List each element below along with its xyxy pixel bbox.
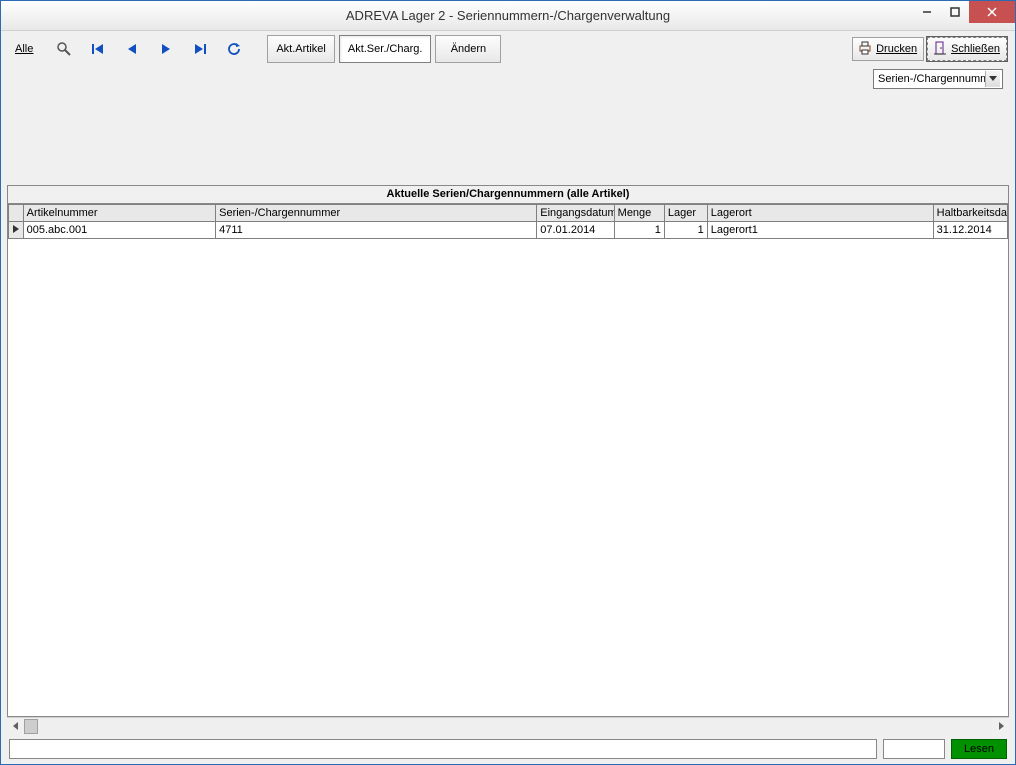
col-charge[interactable]: Serien-/Chargennummer xyxy=(216,205,537,222)
scroll-track[interactable] xyxy=(24,718,992,735)
maximize-button[interactable] xyxy=(941,1,969,23)
cell-menge[interactable]: 1 xyxy=(614,222,664,239)
search-icon[interactable] xyxy=(47,35,81,63)
blank-area xyxy=(1,93,1015,185)
close-button[interactable] xyxy=(969,1,1015,23)
cell-lagerort[interactable]: Lagerort1 xyxy=(707,222,933,239)
status-field-main xyxy=(9,739,877,759)
cell-eingangsdatum[interactable]: 07.01.2014 xyxy=(537,222,614,239)
status-field-small xyxy=(883,739,945,759)
scroll-left-icon[interactable] xyxy=(7,718,24,735)
statusbar: Lesen xyxy=(1,734,1015,764)
window-title: ADREVA Lager 2 - Seriennummern-/Chargenv… xyxy=(1,8,1015,23)
col-menge[interactable]: Menge xyxy=(614,205,664,222)
nav-last-icon[interactable] xyxy=(183,35,217,63)
akt-ser-charg-button[interactable]: Akt.Ser./Charg. xyxy=(339,35,432,63)
lesen-button[interactable]: Lesen xyxy=(951,739,1007,759)
window-controls xyxy=(913,1,1015,23)
scroll-thumb[interactable] xyxy=(24,719,38,734)
nav-first-icon[interactable] xyxy=(81,35,115,63)
aendern-button[interactable]: Ändern xyxy=(435,35,501,63)
dropdown-row: Serien-/Chargennummern xyxy=(1,67,1015,93)
row-indicator-icon xyxy=(9,222,24,239)
col-lagerort[interactable]: Lagerort xyxy=(707,205,933,222)
view-select[interactable]: Serien-/Chargennummern xyxy=(873,69,1003,89)
toolbar-alle[interactable]: Alle xyxy=(9,35,39,63)
header-row: Artikelnummer Serien-/Chargennummer Eing… xyxy=(9,205,1008,222)
cell-lager[interactable]: 1 xyxy=(664,222,707,239)
nav-prev-icon[interactable] xyxy=(115,35,149,63)
minimize-button[interactable] xyxy=(913,1,941,23)
cell-haltbarkeit[interactable]: 31.12.2014 xyxy=(933,222,1007,239)
titlebar: ADREVA Lager 2 - Seriennummern-/Chargenv… xyxy=(1,1,1015,31)
col-eingangsdatum[interactable]: Eingangsdatum xyxy=(537,205,614,222)
app-window: ADREVA Lager 2 - Seriennummern-/Chargenv… xyxy=(0,0,1016,765)
content-panel: Aktuelle Serien/Chargennummern (alle Art… xyxy=(7,185,1009,717)
col-haltbarkeit[interactable]: Haltbarkeitsdatum xyxy=(933,205,1007,222)
nav-next-icon[interactable] xyxy=(149,35,183,63)
col-artikelnummer[interactable]: Artikelnummer xyxy=(23,205,215,222)
scroll-right-icon[interactable] xyxy=(992,718,1009,735)
table-row[interactable]: 005.abc.001 4711 07.01.2014 1 1 Lagerort… xyxy=(9,222,1008,239)
col-lager[interactable]: Lager xyxy=(664,205,707,222)
akt-artikel-button[interactable]: Akt.Artikel xyxy=(267,35,335,63)
printer-icon xyxy=(857,40,873,59)
schliessen-button[interactable]: Schließen xyxy=(927,37,1007,61)
chevron-down-icon xyxy=(985,71,1000,87)
horizontal-scrollbar[interactable] xyxy=(7,717,1009,734)
data-grid[interactable]: Artikelnummer Serien-/Chargennummer Eing… xyxy=(8,204,1008,716)
cell-artikelnummer[interactable]: 005.abc.001 xyxy=(23,222,215,239)
corner-cell xyxy=(9,205,24,222)
drucken-button[interactable]: Drucken xyxy=(852,37,924,61)
table-title: Aktuelle Serien/Chargennummern (alle Art… xyxy=(8,186,1008,204)
refresh-icon[interactable] xyxy=(217,35,251,63)
toolbar: Alle Akt.Artikel Akt.Ser./Charg. Ändern xyxy=(1,31,1015,67)
door-icon xyxy=(932,40,948,59)
cell-charge[interactable]: 4711 xyxy=(216,222,537,239)
